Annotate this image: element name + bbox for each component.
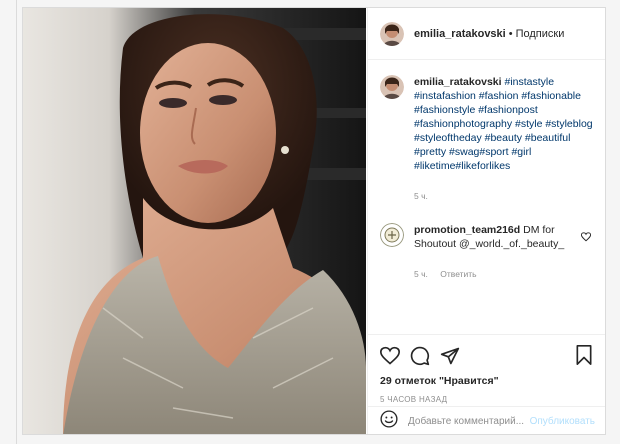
emoji-button[interactable] (380, 410, 398, 433)
comment-input[interactable]: Добавьте комментарий... (408, 416, 530, 427)
like-button[interactable] (380, 346, 400, 366)
instagram-post: emilia_ratakovski • Подписки emilia_rata… (22, 7, 606, 435)
author-avatar[interactable] (380, 21, 404, 46)
share-icon (440, 347, 460, 365)
likes-count[interactable]: 29 отметок "Нравится" (380, 375, 595, 387)
comment-button[interactable] (410, 346, 430, 366)
comments-section: emilia_ratakovski #instastyle #instafash… (368, 61, 605, 329)
avatar-image (380, 75, 404, 99)
post-side-panel: emilia_ratakovski • Подписки emilia_rata… (367, 8, 605, 434)
following-button[interactable]: Подписки (516, 28, 565, 40)
heart-icon (580, 232, 592, 242)
comment-item: promotion_team216d DM for Shoutout @_wor… (380, 223, 595, 281)
comment-body: promotion_team216d DM for Shoutout @_wor… (414, 223, 594, 281)
avatar-image (380, 21, 404, 46)
comment-heart-icon[interactable] (580, 229, 592, 247)
action-icons-row (380, 345, 595, 367)
author-username[interactable]: emilia_ratakovski (414, 28, 506, 40)
share-button[interactable] (440, 346, 460, 366)
save-button[interactable] (575, 345, 593, 370)
post-actions: 29 отметок "Нравится" 5 ЧАСОВ НАЗАД (368, 334, 605, 406)
publish-button[interactable]: Опубликовать (530, 416, 595, 427)
comment-icon (410, 346, 430, 366)
bookmark-icon (576, 345, 592, 365)
comment-meta: 5 ч. Ответить (414, 267, 594, 281)
smiley-icon (380, 410, 398, 428)
heart-icon (380, 346, 400, 365)
comment-composer: Добавьте комментарий... Опубликовать (368, 406, 605, 434)
caption-body: emilia_ratakovski #instastyle #instafash… (414, 75, 594, 203)
caption-time[interactable]: 5 ч. (414, 191, 428, 201)
avatar-image (380, 223, 404, 247)
caption-avatar[interactable] (380, 75, 404, 99)
separator-dot: • (508, 27, 513, 40)
caption-meta: 5 ч. (414, 189, 594, 203)
caption-hashtags[interactable]: #instastyle #instafashion #fashion #fash… (414, 76, 593, 172)
portrait-image (23, 8, 366, 434)
commenter-avatar[interactable] (380, 223, 404, 247)
post-photo[interactable] (23, 8, 366, 434)
reply-button[interactable]: Ответить (440, 269, 476, 279)
page-divider (16, 0, 17, 444)
caption-username[interactable]: emilia_ratakovski (414, 76, 502, 88)
post-timestamp[interactable]: 5 ЧАСОВ НАЗАД (380, 395, 595, 404)
commenter-username[interactable]: promotion_team216d (414, 224, 520, 236)
comment-time[interactable]: 5 ч. (414, 269, 428, 279)
post-header: emilia_ratakovski • Подписки (368, 8, 605, 60)
caption-comment: emilia_ratakovski #instastyle #instafash… (380, 75, 595, 203)
